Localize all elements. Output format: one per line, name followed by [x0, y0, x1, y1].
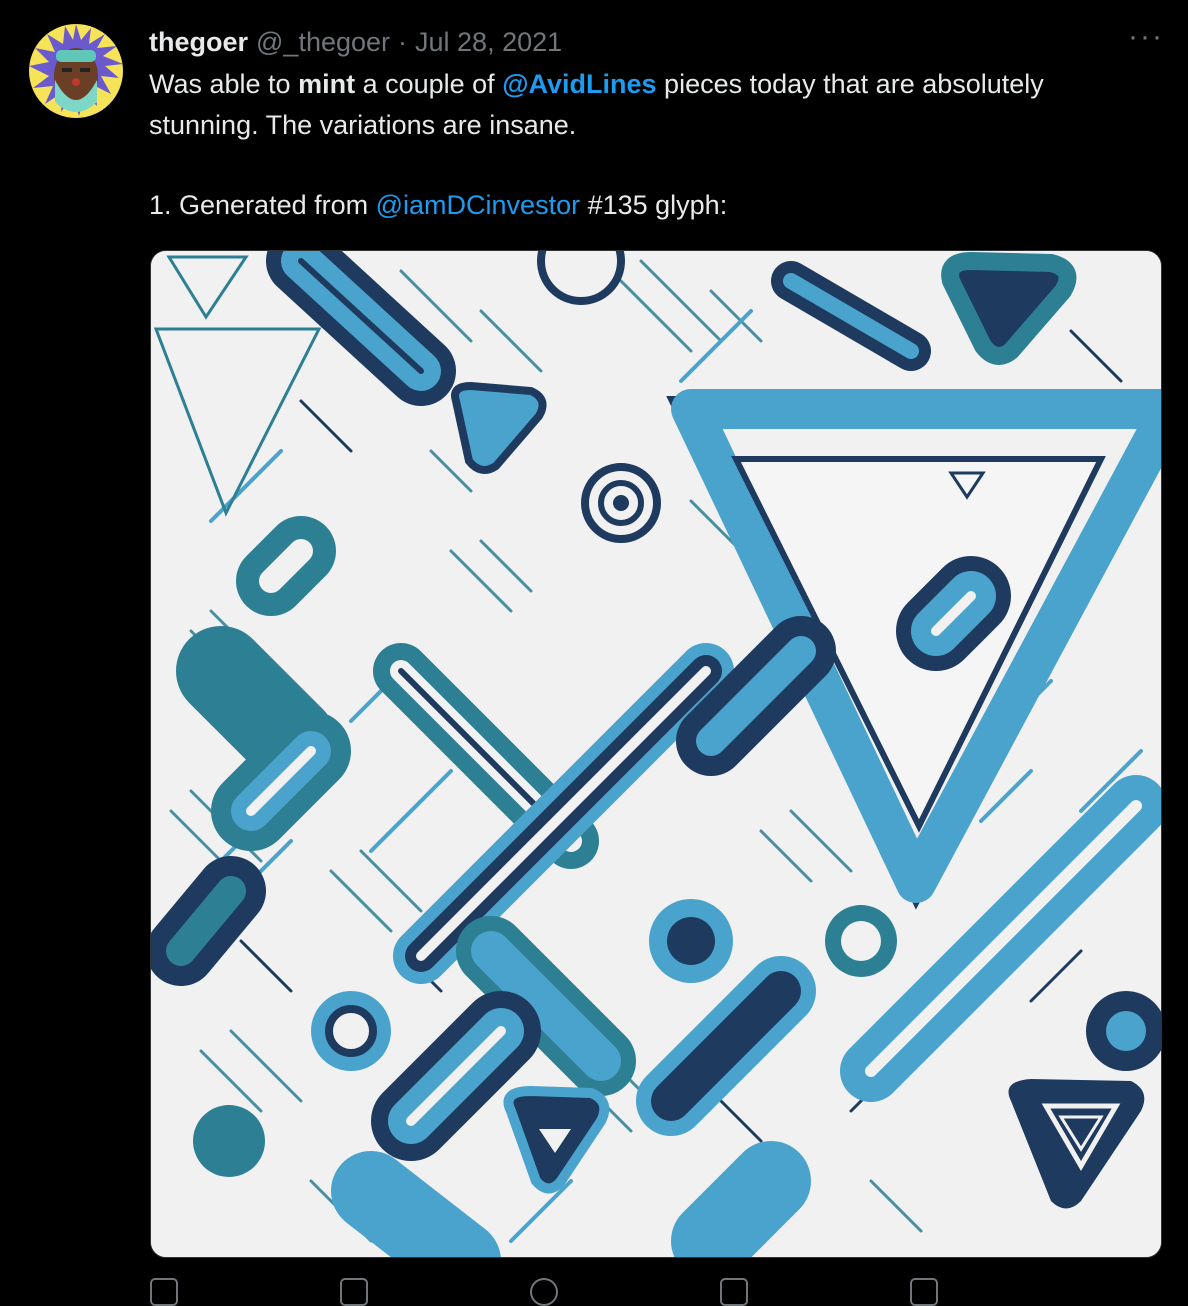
avidlines-artwork — [151, 251, 1161, 1257]
text-segment: a couple of — [355, 69, 503, 99]
tweet-line-2: 1. Generated from @iamDCinvestor #135 gl… — [149, 185, 1159, 226]
text-segment: Was able to — [149, 69, 299, 99]
like-icon[interactable] — [530, 1278, 558, 1306]
tweet-header: thegoer @_thegoer · Jul 28, 2021 — [149, 24, 562, 60]
tweet-actions — [150, 1278, 1160, 1306]
analytics-icon[interactable] — [910, 1278, 938, 1306]
tweet-text: Was able to mint a couple of @AvidLines … — [149, 64, 1159, 226]
tweet-date[interactable]: Jul 28, 2021 — [415, 27, 562, 58]
handle[interactable]: @_thegoer — [256, 27, 390, 58]
retweet-icon[interactable] — [340, 1278, 368, 1306]
text-segment: 1. Generated from — [149, 190, 376, 220]
mention-iamdcinvestor[interactable]: @iamDCinvestor — [376, 190, 580, 220]
tweet-image[interactable] — [150, 250, 1162, 1258]
display-name[interactable]: thegoer — [149, 27, 248, 58]
more-options-icon[interactable]: ··· — [1126, 22, 1166, 56]
mention-avidlines[interactable]: @AvidLines — [502, 69, 656, 99]
tweet-line-1: Was able to mint a couple of @AvidLines … — [149, 64, 1159, 146]
text-segment: #135 glyph: — [580, 190, 728, 220]
bold-text: mint — [298, 69, 356, 99]
share-icon[interactable] — [720, 1278, 748, 1306]
avatar[interactable] — [29, 24, 123, 118]
separator: · — [398, 26, 408, 57]
avatar-image — [29, 24, 123, 116]
reply-icon[interactable] — [150, 1278, 178, 1306]
